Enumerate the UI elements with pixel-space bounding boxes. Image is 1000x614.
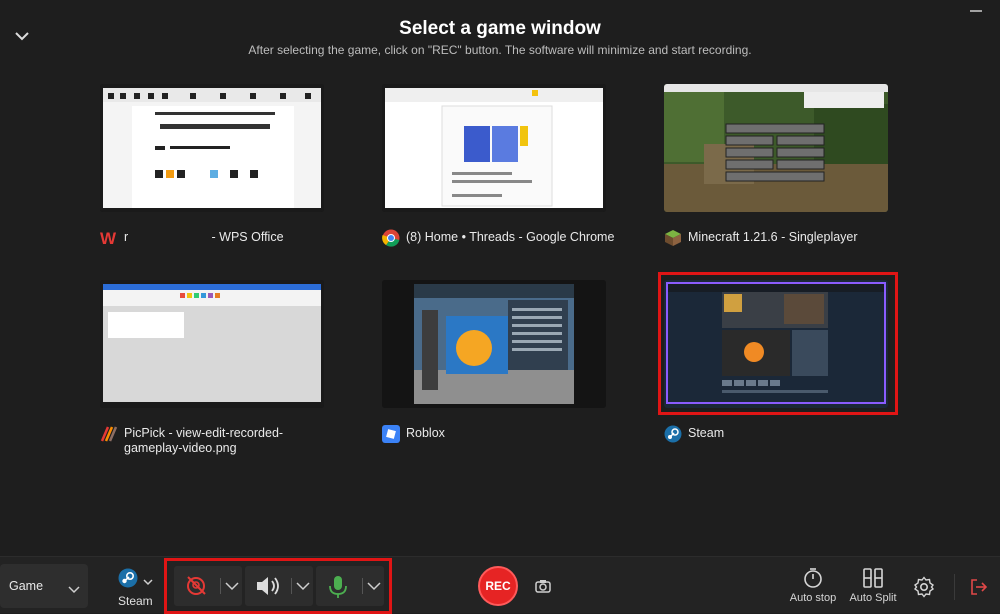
roblox-icon [382, 425, 400, 443]
window-card-chrome[interactable]: (8) Home • Threads - Google Chrome [382, 84, 614, 269]
divider [954, 574, 955, 600]
audio-controls-highlight [164, 558, 392, 614]
window-label: Minecraft 1.21.6 - Singleplayer [664, 230, 904, 247]
camera-icon[interactable] [533, 576, 553, 596]
window-thumbnail [664, 84, 888, 212]
window-card-wps[interactable]: W r - WPS Office [100, 84, 324, 269]
window-card-roblox[interactable]: Roblox [382, 280, 606, 465]
page-title: Select a game window [399, 18, 601, 39]
chevron-down-icon [143, 574, 153, 592]
minimize-icon[interactable] [966, 4, 986, 18]
svg-text:W: W [100, 229, 117, 247]
minecraft-icon [664, 229, 682, 247]
stopwatch-icon [804, 568, 822, 588]
target-window-select[interactable]: Steam [110, 566, 160, 610]
window-label: Roblox [382, 425, 622, 443]
steam-icon [664, 425, 682, 443]
exit-icon[interactable] [968, 576, 990, 598]
window-thumbnail [100, 84, 324, 212]
mode-value: Game [9, 579, 44, 593]
window-card-picpick[interactable]: PicPick - view-edit-recorded-gameplay-vi… [100, 280, 324, 465]
auto-stop-button[interactable]: Auto stop [786, 566, 840, 604]
selected-window-highlight [658, 272, 898, 415]
wps-office-icon: W [100, 229, 118, 248]
auto-split-button[interactable]: Auto Split [846, 566, 900, 604]
window-label: (8) Home • Threads - Google Chrome [382, 229, 622, 247]
gear-icon[interactable] [912, 575, 936, 599]
window-thumbnail [382, 280, 606, 408]
window-card-minecraft[interactable]: Minecraft 1.21.6 - Singleplayer [664, 84, 888, 269]
mode-select[interactable]: Game [0, 564, 88, 608]
window-label: Steam [664, 425, 904, 443]
split-icon [863, 568, 883, 588]
window-thumbnail [382, 84, 606, 212]
page-subtitle: After selecting the game, click on "REC"… [248, 43, 752, 57]
rec-button[interactable]: REC [478, 566, 518, 606]
target-label: Steam [118, 594, 153, 608]
picpick-icon [100, 425, 118, 443]
window-label: W r - WPS Office [100, 229, 284, 248]
chevron-down-icon [68, 581, 80, 599]
chrome-icon [382, 229, 400, 247]
window-thumbnail [100, 280, 324, 408]
steam-icon [118, 568, 138, 593]
window-label: PicPick - view-edit-recorded-gameplay-vi… [100, 426, 340, 456]
